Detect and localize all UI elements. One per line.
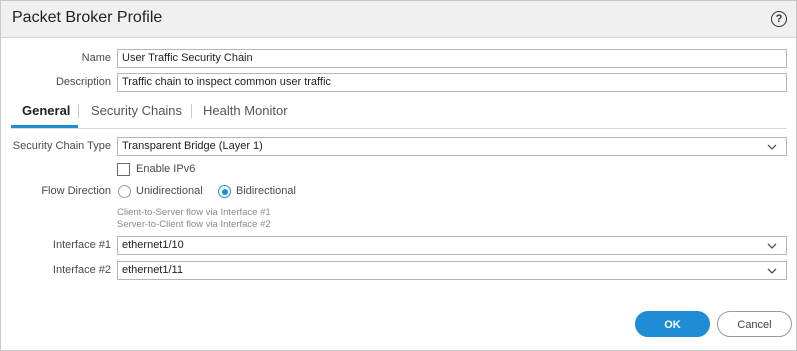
chevron-down-icon [767, 144, 777, 150]
interface-2-label: Interface #2 [52, 264, 111, 276]
name-field[interactable]: User Traffic Security Chain [117, 49, 787, 68]
ok-button[interactable]: OK [635, 311, 710, 337]
interface-1-label: Interface #1 [52, 239, 111, 251]
unidirectional-radio[interactable] [118, 185, 131, 198]
enable-ipv6-label: Enable IPv6 [136, 163, 196, 175]
chevron-down-icon [767, 268, 777, 274]
flow-hint-line-1: Client-to-Server flow via Interface #1 [117, 207, 271, 218]
tab-general[interactable]: General [22, 103, 70, 118]
tab-separator [191, 104, 192, 118]
tab-separator [78, 104, 79, 118]
chevron-down-icon [767, 243, 777, 249]
dialog-titlebar: Packet Broker Profile ? [1, 1, 796, 38]
security-chain-type-value: Transparent Bridge (Layer 1) [122, 140, 263, 152]
active-tab-indicator [11, 125, 78, 128]
packet-broker-profile-dialog: Packet Broker Profile ? Name User Traffi… [0, 0, 797, 351]
bidirectional-label: Bidirectional [236, 185, 296, 197]
description-label: Description [55, 76, 111, 88]
dialog-title: Packet Broker Profile [12, 9, 163, 26]
interface-2-value: ethernet1/11 [122, 264, 183, 276]
name-label: Name [81, 52, 111, 64]
tab-health-monitor[interactable]: Health Monitor [203, 103, 288, 118]
help-icon[interactable]: ? [771, 11, 787, 27]
interface-1-select[interactable]: ethernet1/10 [117, 236, 787, 255]
description-field[interactable]: Traffic chain to inspect common user tra… [117, 73, 787, 92]
cancel-button[interactable]: Cancel [717, 311, 792, 337]
tab-security-chains[interactable]: Security Chains [91, 103, 182, 118]
security-chain-type-label: Security Chain Type [12, 140, 111, 152]
interface-2-select[interactable]: ethernet1/11 [117, 261, 787, 280]
unidirectional-label: Unidirectional [136, 185, 203, 197]
flow-hint-line-2: Server-to-Client flow via Interface #2 [117, 219, 271, 230]
interface-1-value: ethernet1/10 [122, 239, 184, 251]
enable-ipv6-checkbox[interactable] [117, 163, 130, 176]
security-chain-type-select[interactable]: Transparent Bridge (Layer 1) [117, 137, 787, 156]
tab-bar: General Security Chains Health Monitor [11, 101, 787, 129]
flow-direction-label: Flow Direction [41, 185, 111, 197]
bidirectional-radio[interactable] [218, 185, 231, 198]
